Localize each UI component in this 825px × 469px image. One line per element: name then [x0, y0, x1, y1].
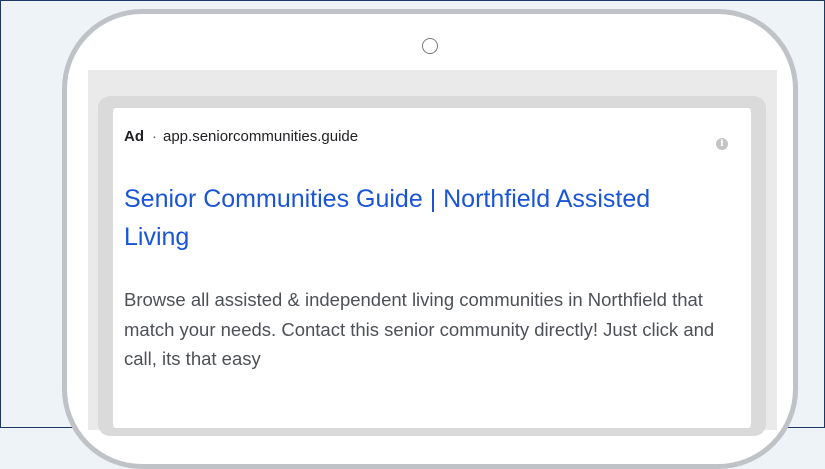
info-icon[interactable]: i: [716, 138, 728, 150]
ad-description: Browse all assisted & independent living…: [124, 289, 715, 369]
display-url[interactable]: app.seniorcommunities.guide: [163, 128, 358, 145]
camera-icon: [422, 38, 438, 54]
search-ad-card[interactable]: Ad · app.seniorcommunities.guide i Senior …: [113, 108, 751, 428]
ad-badge: Ad: [124, 128, 144, 145]
ad-headline-link[interactable]: Senior Communities Guide | Northfield As…: [124, 180, 684, 256]
ad-separator: ·: [152, 128, 157, 145]
ad-header: Ad · app.seniorcommunities.guide: [124, 128, 358, 145]
